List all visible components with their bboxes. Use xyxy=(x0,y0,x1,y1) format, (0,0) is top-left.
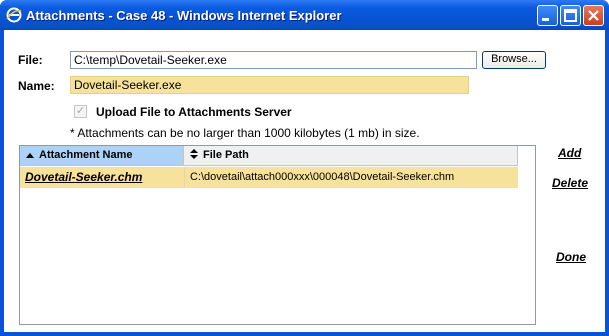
delete-button[interactable]: Delete xyxy=(552,176,588,190)
minimize-button[interactable] xyxy=(537,5,558,26)
close-icon xyxy=(588,10,599,21)
attachment-name-link[interactable]: Dovetail-Seeker.chm xyxy=(25,170,142,184)
minimize-icon xyxy=(542,18,549,21)
close-button[interactable] xyxy=(583,5,604,26)
maximize-button[interactable] xyxy=(560,5,581,26)
file-path-cell: C:\dovetail\attach000xxx\000048\Dovetail… xyxy=(190,171,455,183)
table-row[interactable]: Dovetail-Seeker.chm C:\dovetail\attach00… xyxy=(20,167,518,188)
column-header-attachment-name[interactable]: Attachment Name xyxy=(20,146,184,166)
browse-button[interactable]: Browse... xyxy=(482,51,546,69)
name-input[interactable]: Dovetail-Seeker.exe xyxy=(70,76,469,94)
browser-window: Attachments - Case 48 - Windows Internet… xyxy=(0,0,609,336)
file-label: File: xyxy=(18,53,43,67)
maximize-icon xyxy=(564,9,577,22)
size-limit-note: * Attachments can be no larger than 1000… xyxy=(70,126,420,140)
file-path-field[interactable]: C:\temp\Dovetail-Seeker.exe xyxy=(70,51,477,69)
sort-both-icon xyxy=(190,149,198,159)
internet-explorer-icon xyxy=(6,7,22,23)
column-header-file-path[interactable]: File Path xyxy=(184,146,518,166)
sort-ascending-icon xyxy=(26,153,34,158)
column-divider xyxy=(184,167,185,188)
window-title: Attachments - Case 48 - Windows Internet… xyxy=(26,8,342,23)
upload-checkbox-label: Upload File to Attachments Server xyxy=(96,105,292,119)
dialog-body: File: C:\temp\Dovetail-Seeker.exe Browse… xyxy=(4,30,605,332)
title-bar[interactable]: Attachments - Case 48 - Windows Internet… xyxy=(0,0,609,30)
column-header-label: Attachment Name xyxy=(39,149,133,161)
attachments-grid: Attachment Name File Path Dovetail-Seeke… xyxy=(19,145,536,325)
add-button[interactable]: Add xyxy=(558,146,581,160)
upload-checkbox[interactable]: ✓ xyxy=(74,105,87,118)
done-button[interactable]: Done xyxy=(556,250,586,264)
name-label: Name: xyxy=(18,79,55,93)
column-header-label: File Path xyxy=(203,149,249,161)
